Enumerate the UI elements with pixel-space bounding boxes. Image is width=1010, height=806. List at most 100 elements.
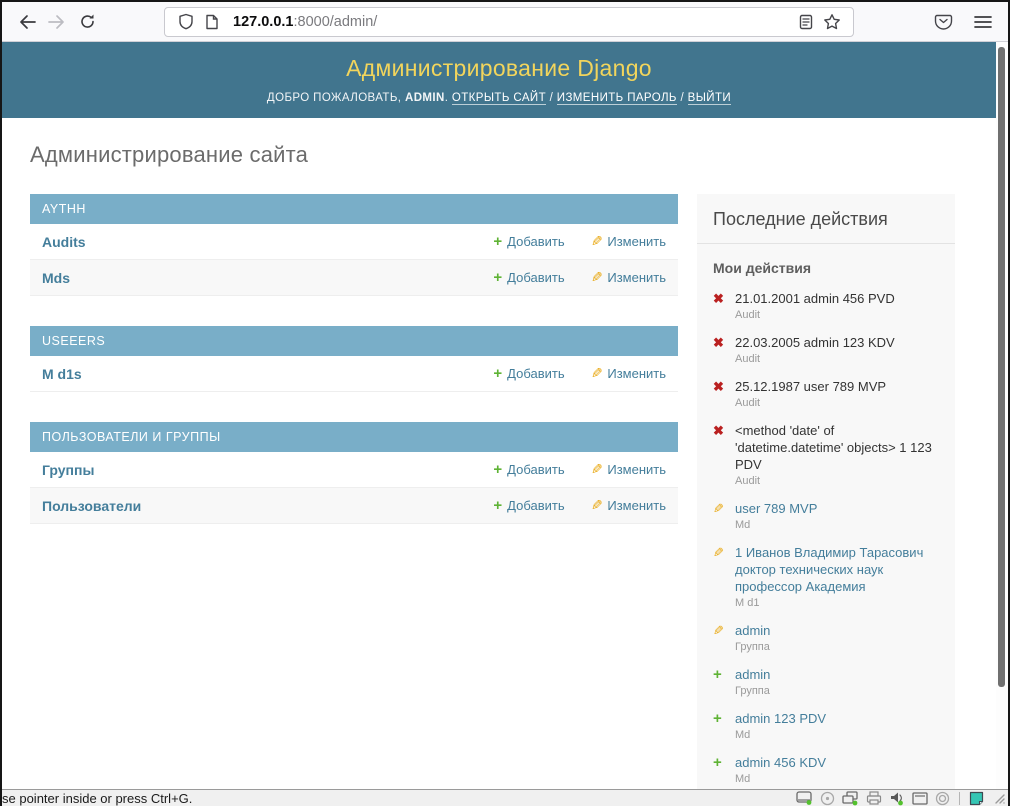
statusbar-message: se pointer inside or press Ctrl+G. xyxy=(2,791,192,806)
view-site-link[interactable]: ОТКРЫТЬ САЙТ xyxy=(452,92,546,105)
browser-window: 127.0.0.1:8000/admin/ Администрирование … xyxy=(0,0,1010,806)
network-icon[interactable] xyxy=(842,791,859,806)
username: ADMIN xyxy=(405,92,445,104)
model-link[interactable]: Mds xyxy=(42,270,70,286)
model-link[interactable]: Группы xyxy=(42,462,94,478)
action-object-link: 21.01.2001 admin 456 PVD xyxy=(735,290,941,307)
model-row: Audits +Добавить ✎Изменить xyxy=(30,224,678,259)
action-object-link[interactable]: admin 456 KDV xyxy=(735,754,941,771)
add-icon: + xyxy=(713,754,722,771)
add-link[interactable]: +Добавить xyxy=(493,497,564,514)
model-link[interactable]: Пользователи xyxy=(42,498,141,514)
app-module: AYTHH Audits +Добавить ✎Изменить Mds +До… xyxy=(30,194,678,296)
add-link[interactable]: +Добавить xyxy=(493,269,564,286)
reload-button[interactable] xyxy=(72,7,102,37)
shield-icon[interactable] xyxy=(173,9,199,35)
model-row: M d1s +Добавить ✎Изменить xyxy=(30,356,678,391)
recording-icon[interactable] xyxy=(935,791,950,806)
logout-link[interactable]: ВЫЙТИ xyxy=(688,92,731,105)
menu-hamburger-icon[interactable] xyxy=(970,9,996,35)
action-model-label: Audit xyxy=(735,475,941,487)
pencil-icon: ✎ xyxy=(591,233,603,250)
site-title: Администрирование Django xyxy=(2,55,996,82)
forward-button[interactable] xyxy=(42,7,72,37)
url-path: :8000/admin/ xyxy=(293,14,377,30)
delete-icon: ✖ xyxy=(713,290,724,307)
vertical-scrollbar[interactable] xyxy=(996,42,1008,789)
page-info-icon[interactable] xyxy=(199,9,225,35)
module-rows: Audits +Добавить ✎Изменить Mds +Добавить… xyxy=(30,224,678,295)
change-link[interactable]: ✎Изменить xyxy=(591,233,666,250)
recent-action-item: ✖ 25.12.1987 user 789 MVP Audit xyxy=(713,378,941,409)
recent-action-item: ✖ 21.01.2001 admin 456 PVD Audit xyxy=(713,290,941,321)
change-icon: ✎ xyxy=(713,622,724,639)
plus-icon: + xyxy=(493,269,502,286)
plus-icon: + xyxy=(493,365,502,382)
module-rows: M d1s +Добавить ✎Изменить xyxy=(30,356,678,391)
action-object-link[interactable]: user 789 MVP xyxy=(735,500,941,517)
recent-action-item: ✎ admin Группа xyxy=(713,622,941,653)
page-content: Администрирование Django ДОБРО ПОЖАЛОВАТ… xyxy=(2,42,996,789)
module-rows: Группы +Добавить ✎Изменить Пользователи … xyxy=(30,452,678,523)
change-icon: ✎ xyxy=(713,544,724,561)
change-icon: ✎ xyxy=(713,500,724,517)
recent-action-item: ✎ 1 Иванов Владимир Тарасович доктор тех… xyxy=(713,544,941,609)
action-object-link: 22.03.2005 admin 123 KDV xyxy=(735,334,941,351)
change-link[interactable]: ✎Изменить xyxy=(591,461,666,478)
resize-grip[interactable] xyxy=(993,792,1005,804)
change-link[interactable]: ✎Изменить xyxy=(591,365,666,382)
optical-disk-icon[interactable] xyxy=(820,791,835,806)
model-row: Группы +Добавить ✎Изменить xyxy=(30,452,678,487)
reader-mode-icon[interactable] xyxy=(793,9,819,35)
action-object-link: 25.12.1987 user 789 MVP xyxy=(735,378,941,395)
pencil-icon: ✎ xyxy=(591,269,603,286)
delete-icon: ✖ xyxy=(713,378,724,395)
model-link[interactable]: M d1s xyxy=(42,366,82,382)
bookmark-star-icon[interactable] xyxy=(819,9,845,35)
action-model-label: Md xyxy=(735,729,941,741)
add-link[interactable]: +Добавить xyxy=(493,365,564,382)
action-model-label: Группа xyxy=(735,641,941,653)
modules-column: AYTHH Audits +Добавить ✎Изменить Mds +До… xyxy=(30,194,678,789)
action-object-link[interactable]: 1 Иванов Владимир Тарасович доктор техни… xyxy=(735,544,941,595)
action-model-label: Md xyxy=(735,773,941,785)
back-button[interactable] xyxy=(12,7,42,37)
recent-action-item: + admin 456 KDV Md xyxy=(713,754,941,785)
action-model-label: Группа xyxy=(735,685,941,697)
add-icon: + xyxy=(713,666,722,683)
url-host: 127.0.0.1 xyxy=(233,14,293,30)
model-link[interactable]: Audits xyxy=(42,234,86,250)
pocket-icon[interactable] xyxy=(930,9,956,35)
action-model-label: Md xyxy=(735,519,941,531)
action-object-link[interactable]: admin 123 PDV xyxy=(735,710,941,727)
display-icon[interactable] xyxy=(912,792,928,805)
hard-disk-icon[interactable] xyxy=(796,791,813,805)
my-actions-subtitle: Мои действия xyxy=(713,260,939,276)
action-object-link[interactable]: admin xyxy=(735,666,941,683)
recent-action-item: + admin Группа xyxy=(713,666,941,697)
forward-arrow-icon xyxy=(49,16,63,28)
add-link[interactable]: +Добавить xyxy=(493,233,564,250)
module-caption: USEEERS xyxy=(30,326,678,356)
recent-action-item: + admin 123 PDV Md xyxy=(713,710,941,741)
add-icon: + xyxy=(713,710,722,727)
recent-action-item: ✎ user 789 MVP Md xyxy=(713,500,941,531)
recent-action-item: ✖ 22.03.2005 admin 123 KDV Audit xyxy=(713,334,941,365)
plus-icon: + xyxy=(493,497,502,514)
vm-status-icons xyxy=(796,791,1008,806)
page-viewport: Администрирование Django ДОБРО ПОЖАЛОВАТ… xyxy=(2,42,1008,789)
add-link[interactable]: +Добавить xyxy=(493,461,564,478)
action-model-label: M d1 xyxy=(735,597,941,609)
action-object-link[interactable]: admin xyxy=(735,622,941,639)
url-bar[interactable]: 127.0.0.1:8000/admin/ xyxy=(164,7,854,37)
change-link[interactable]: ✎Изменить xyxy=(591,497,666,514)
audio-icon[interactable] xyxy=(889,791,905,806)
change-link[interactable]: ✎Изменить xyxy=(591,269,666,286)
recent-actions-title: Последние действия xyxy=(697,194,955,244)
reload-icon xyxy=(79,13,96,30)
clipboard-note-icon[interactable] xyxy=(969,791,984,806)
printer-icon[interactable] xyxy=(866,791,882,805)
scrollbar-thumb[interactable] xyxy=(998,47,1005,687)
change-password-link[interactable]: ИЗМЕНИТЬ ПАРОЛЬ xyxy=(557,92,677,105)
statusbar-separator xyxy=(959,792,960,805)
